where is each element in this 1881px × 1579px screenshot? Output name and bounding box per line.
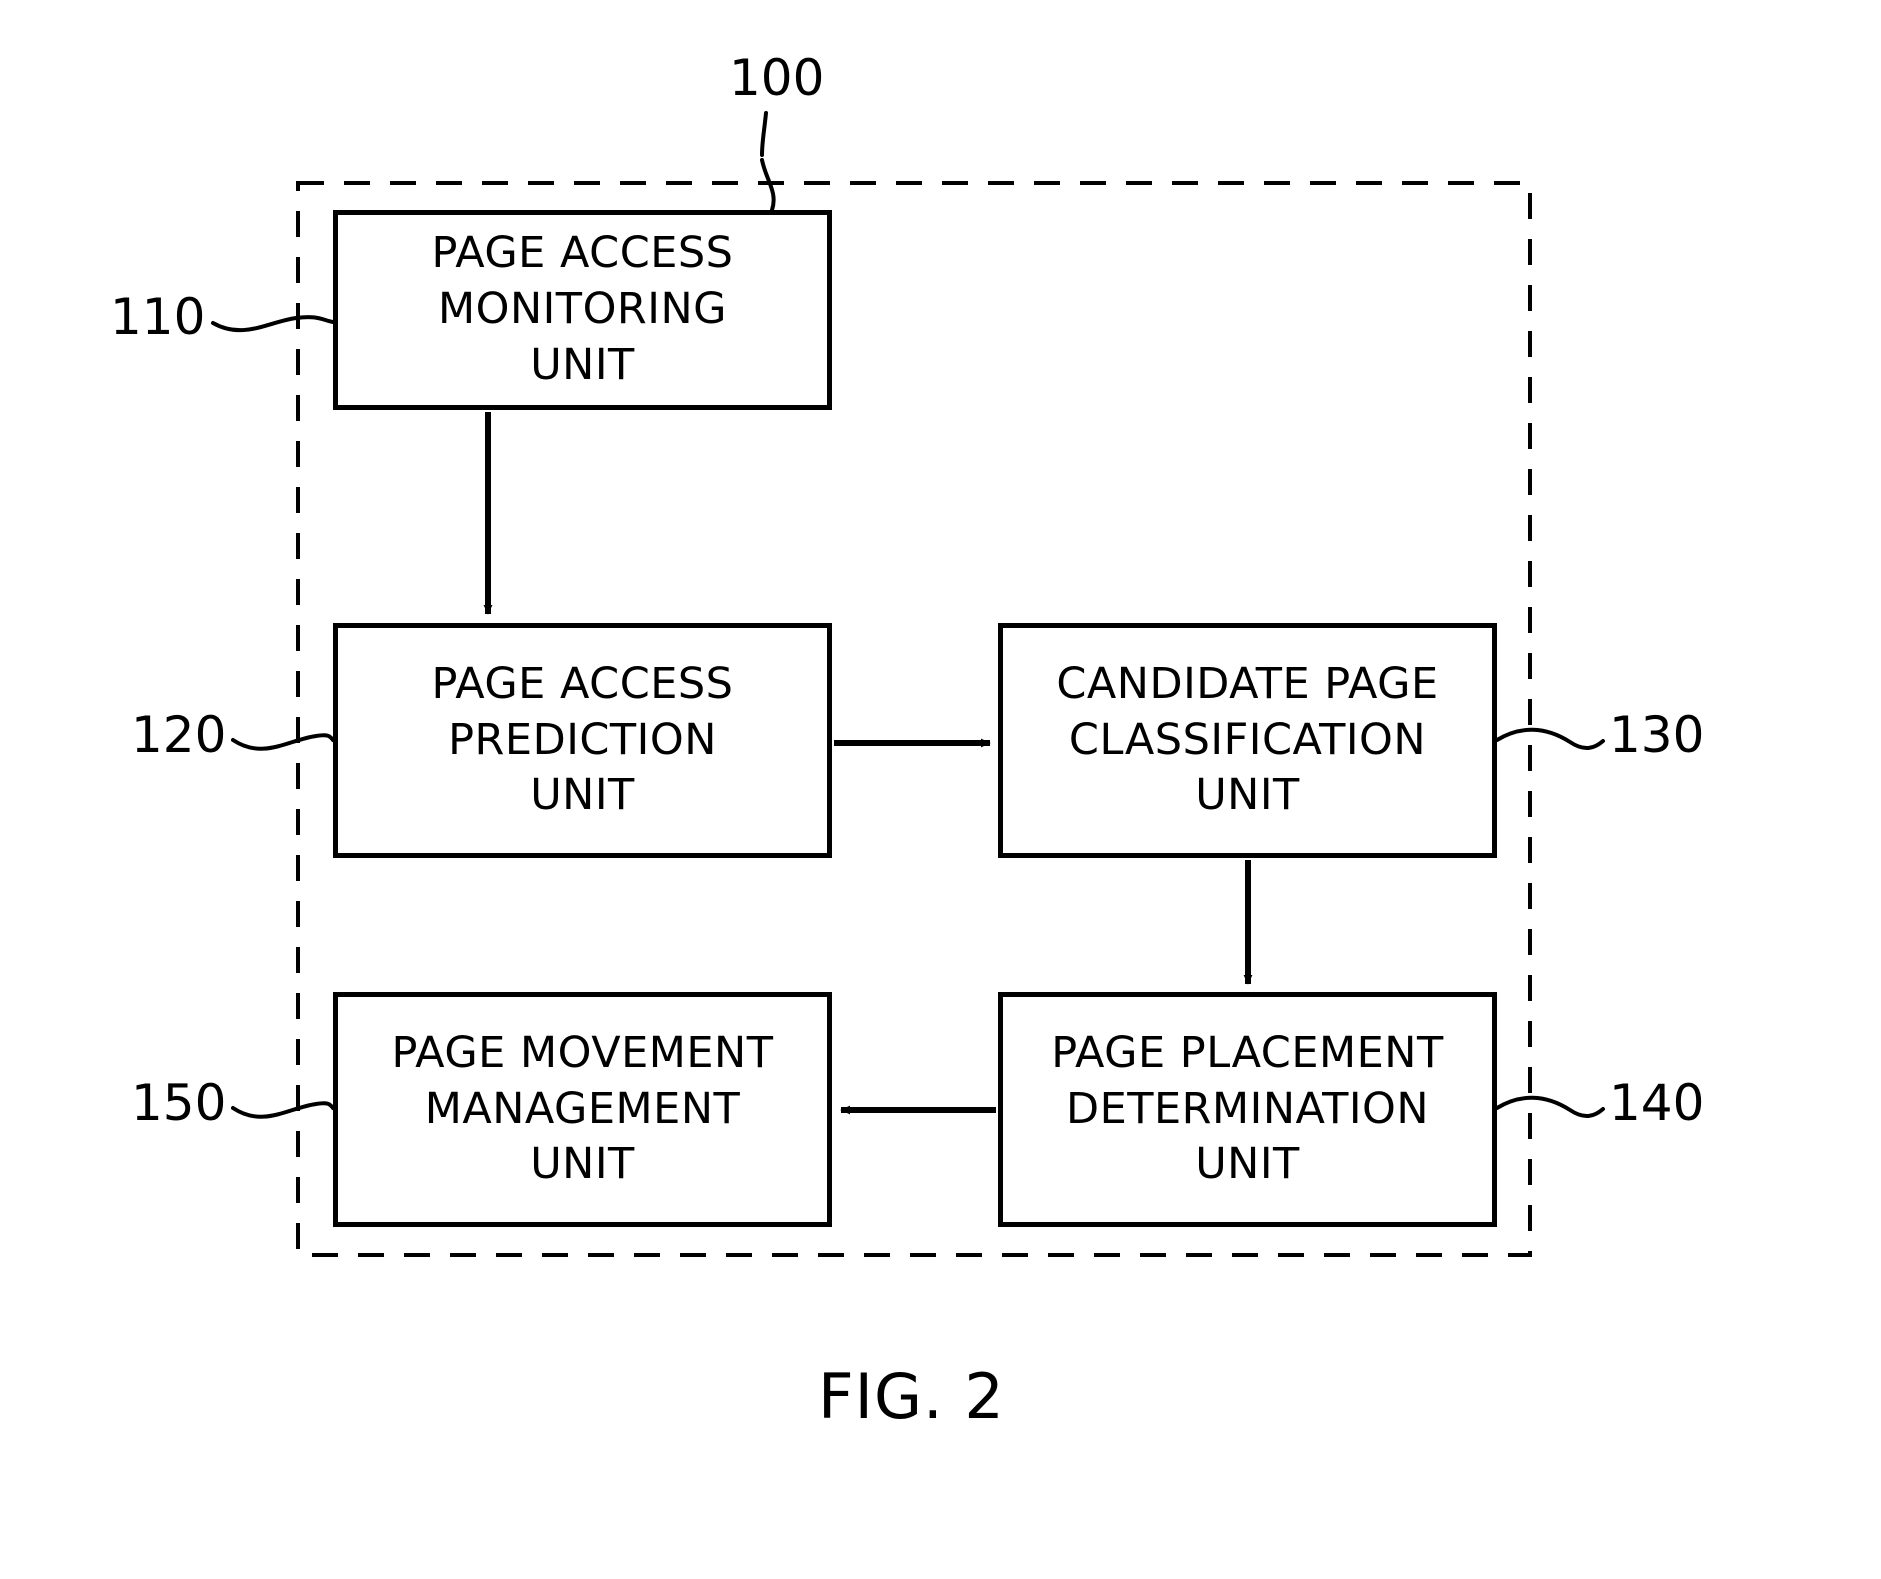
unit-box-page-access-monitoring[interactable]: PAGE ACCESS MONITORING UNIT: [333, 210, 832, 410]
leader-line-100: [760, 111, 768, 157]
unit-box-page-placement-determination[interactable]: PAGE PLACEMENT DETERMINATION UNIT: [998, 992, 1497, 1227]
leader-line-120: [231, 733, 335, 751]
reference-numeral-130: 130: [1609, 706, 1705, 764]
unit-box-label-line: CLASSIFICATION: [1068, 714, 1427, 765]
unit-box-label-line: MANAGEMENT: [424, 1083, 741, 1134]
unit-box-label-line: PAGE ACCESS: [431, 228, 734, 279]
unit-box-label-line: MONITORING: [438, 284, 727, 335]
unit-box-label-line: UNIT: [530, 770, 635, 821]
unit-box-label-line: UNIT: [1195, 770, 1300, 821]
patent-figure: PAGE ACCESS MONITORING UNIT PAGE ACCESS …: [0, 0, 1881, 1579]
reference-numeral-110: 110: [110, 288, 206, 346]
unit-box-candidate-page-classification[interactable]: CANDIDATE PAGE CLASSIFICATION UNIT: [998, 623, 1497, 858]
reference-numeral-140: 140: [1609, 1074, 1705, 1132]
reference-numeral-100: 100: [729, 49, 825, 107]
leader-line-150: [231, 1101, 335, 1119]
unit-box-page-access-prediction[interactable]: PAGE ACCESS PREDICTION UNIT: [333, 623, 832, 858]
unit-box-label-line: PAGE PLACEMENT: [1051, 1027, 1444, 1078]
unit-box-label-line: UNIT: [1195, 1139, 1300, 1190]
leader-line-110: [211, 315, 335, 333]
unit-box-label-line: UNIT: [530, 1139, 635, 1190]
unit-box-label-line: DETERMINATION: [1065, 1083, 1430, 1134]
unit-box-page-movement-management[interactable]: PAGE MOVEMENT MANAGEMENT UNIT: [333, 992, 832, 1227]
unit-box-label-line: UNIT: [530, 339, 635, 390]
unit-box-label-line: CANDIDATE PAGE: [1056, 658, 1439, 709]
leader-line-130: [1495, 727, 1605, 750]
figure-caption: FIG. 2: [818, 1360, 1005, 1433]
leader-line-140: [1495, 1095, 1605, 1118]
reference-numeral-120: 120: [131, 706, 227, 764]
reference-numeral-150: 150: [131, 1074, 227, 1132]
unit-box-label-line: PREDICTION: [448, 714, 717, 765]
unit-box-label-line: PAGE ACCESS: [431, 658, 734, 709]
unit-box-label-line: PAGE MOVEMENT: [391, 1027, 774, 1078]
figure-lines: [211, 111, 1605, 1257]
